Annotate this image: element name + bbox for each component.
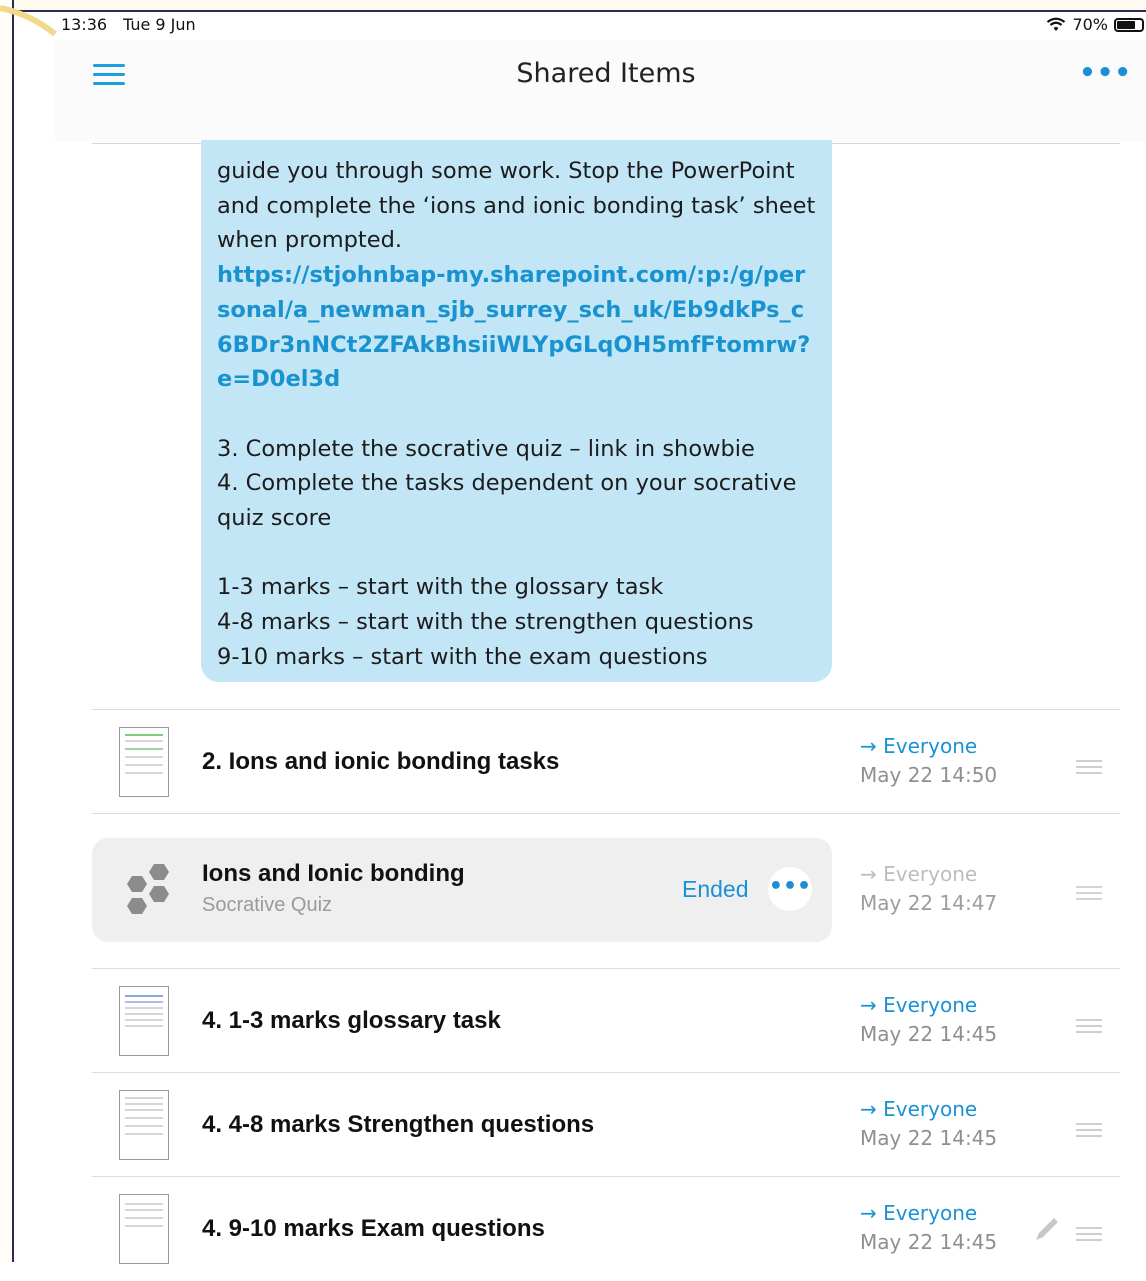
quiz-title: Ions and Ionic bonding (202, 860, 465, 887)
item-date: May 22 14:45 (860, 1022, 998, 1046)
row-divider (92, 813, 1120, 814)
reorder-handle-icon[interactable] (1076, 1123, 1102, 1141)
document-thumbnail[interactable] (119, 1090, 169, 1160)
document-thumbnail[interactable] (119, 727, 169, 797)
shared-item-row[interactable]: 4. 4-8 marks Strengthen questions → Ever… (92, 1072, 1120, 1177)
item-meta: → Everyone May 22 14:45 (860, 1095, 997, 1153)
marks-line: 1-3 marks – start with the glossary task (217, 574, 664, 601)
status-bar: 13:36 Tue 9 Jun 70% (14, 12, 1146, 38)
message-bubble: guide you through some work. Stop the Po… (201, 140, 832, 682)
quiz-meta: → Everyone May 22 14:47 (860, 860, 997, 918)
message-line: guide you through some work. Stop the Po… (217, 158, 795, 184)
item-audience[interactable]: → Everyone (860, 1199, 997, 1228)
status-indicators: 70% (1046, 15, 1144, 34)
more-dots-icon[interactable]: ••• (1079, 58, 1132, 88)
wifi-icon (1047, 17, 1066, 31)
reorder-handle-icon[interactable] (1076, 1019, 1102, 1037)
document-thumbnail[interactable] (119, 1194, 169, 1264)
marks-line: 9-10 marks – start with the exam questio… (217, 643, 708, 670)
quiz-card[interactable]: Ions and Ionic bonding Socrative Quiz En… (92, 838, 832, 942)
item-audience[interactable]: → Everyone (860, 1095, 997, 1124)
item-title: 2. Ions and ionic bonding tasks (202, 748, 560, 775)
quiz-subtitle: Socrative Quiz (202, 894, 333, 916)
item-title: 4. 1-3 marks glossary task (202, 1007, 501, 1034)
item-meta: → Everyone May 22 14:45 (860, 1199, 997, 1257)
powerpoint-link[interactable]: https://stjohnbap-my.sharepoint.com/:p:/… (217, 258, 816, 397)
message-step: 4. Complete the tasks dependent on your … (217, 470, 797, 532)
status-time: 13:36 (61, 15, 108, 34)
socrative-hexagons-icon (127, 864, 169, 914)
quiz-more-dots-icon[interactable]: ••• (768, 867, 812, 911)
item-title: 4. 4-8 marks Strengthen questions (202, 1111, 595, 1138)
item-meta: → Everyone May 22 14:45 (860, 991, 997, 1049)
window-top-edge (0, 0, 1146, 12)
item-date: May 22 14:50 (860, 763, 998, 787)
message-line: when prompted. (217, 227, 403, 254)
item-title: 4. 9-10 marks Exam questions (202, 1215, 545, 1242)
shared-item-row[interactable]: 2. Ions and ionic bonding tasks → Everyo… (92, 709, 1120, 814)
item-audience[interactable]: → Everyone (860, 991, 997, 1020)
battery-level (1117, 20, 1136, 29)
nav-bar: Shared Items ••• (55, 40, 1146, 142)
item-date: May 22 14:45 (860, 1230, 998, 1254)
quiz-audience[interactable]: → Everyone (860, 860, 997, 889)
document-thumbnail[interactable] (119, 986, 169, 1056)
pencil-icon[interactable] (1032, 1214, 1062, 1244)
window-left-edge (0, 0, 14, 1262)
status-date: Tue 9 Jun (123, 15, 196, 34)
message-step: 3. Complete the socrative quiz – link in… (217, 435, 755, 462)
shared-item-row[interactable]: 4. 1-3 marks glossary task → Everyone Ma… (92, 968, 1120, 1073)
quiz-status: Ended (682, 876, 749, 902)
marks-line: 4-8 marks – start with the strengthen qu… (217, 609, 754, 636)
battery-percent: 70% (1072, 15, 1108, 34)
item-date: May 22 14:45 (860, 1126, 998, 1150)
message-line: and complete the ‘ions and ionic bonding… (217, 192, 816, 219)
quiz-date: May 22 14:47 (860, 891, 998, 915)
item-audience[interactable]: → Everyone (860, 732, 997, 761)
shared-item-row[interactable]: 4. 9-10 marks Exam questions → Everyone … (92, 1176, 1120, 1281)
reorder-handle-icon[interactable] (1076, 1227, 1102, 1245)
item-meta: → Everyone May 22 14:50 (860, 732, 997, 790)
battery-icon (1114, 17, 1144, 32)
reorder-handle-icon[interactable] (1076, 760, 1102, 778)
page-title: Shared Items (516, 58, 696, 89)
reorder-handle-icon[interactable] (1076, 886, 1102, 904)
